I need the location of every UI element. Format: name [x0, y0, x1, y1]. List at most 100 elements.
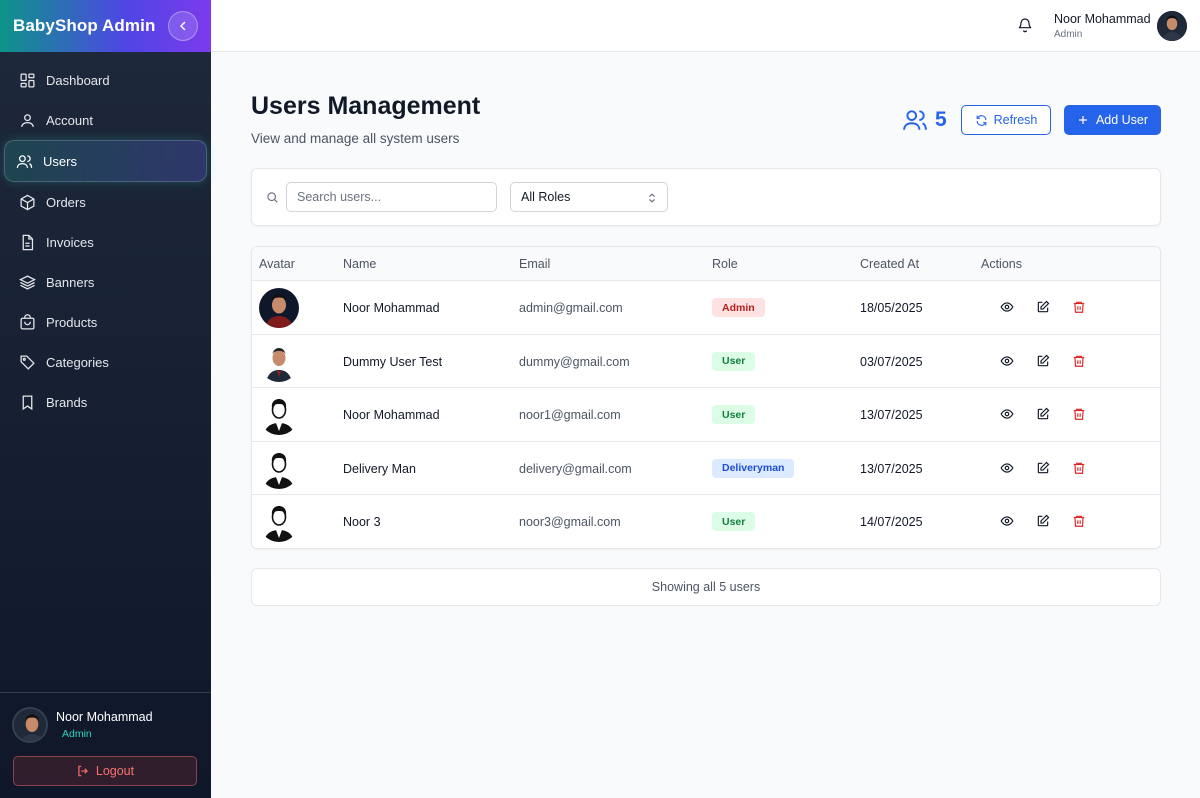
add-user-label: Add User	[1095, 113, 1149, 127]
edit-button[interactable]	[1025, 407, 1061, 421]
add-user-button[interactable]: Add User	[1064, 105, 1161, 135]
user-count: 5	[902, 107, 947, 133]
edit-icon	[1037, 300, 1050, 313]
user-email: delivery@gmail.com	[519, 461, 632, 476]
created-at: 14/07/2025	[860, 515, 923, 530]
user-name: Delivery Man	[343, 461, 416, 476]
tag-icon	[20, 354, 35, 370]
trash-icon	[1073, 301, 1085, 313]
eye-icon	[1000, 516, 1014, 527]
logout-label: Logout	[95, 764, 135, 778]
edit-button[interactable]	[1025, 354, 1061, 368]
table-row: Noor Mohammad admin@gmail.com Admin 18/05/2…	[252, 281, 1160, 335]
view-button[interactable]	[989, 407, 1025, 421]
sidebar-item-label: Brands	[46, 394, 88, 410]
topbar-user[interactable]: Noor Mohammad Admin	[1054, 12, 1151, 40]
sidebar-item-label: Users	[43, 153, 77, 169]
sidebar-item-brands[interactable]: Brands	[4, 382, 207, 422]
users-icon	[903, 110, 927, 130]
view-button[interactable]	[989, 461, 1025, 475]
user-email: noor3@gmail.com	[519, 515, 621, 530]
sidebar-item-label: Products	[46, 314, 98, 330]
bookmark-icon	[22, 394, 33, 410]
topbar-avatar[interactable]	[1157, 11, 1187, 41]
sidebar-item-label: Categories	[46, 354, 109, 370]
sidebar-item-categories[interactable]: Categories	[4, 342, 207, 382]
sidebar-item-dashboard[interactable]: Dashboard	[4, 60, 207, 100]
bell-icon[interactable]	[1017, 17, 1033, 33]
created-at: 03/07/2025	[860, 354, 923, 369]
user-name: Noor 3	[343, 515, 381, 530]
delete-button[interactable]	[1061, 354, 1097, 368]
edit-icon	[1037, 354, 1050, 366]
sidebar-user-avatar	[12, 707, 48, 743]
user-email: admin@gmail.com	[519, 301, 623, 315]
role-badge: Deliveryman	[712, 458, 795, 478]
user-avatar	[259, 448, 299, 489]
sidebar-nav: Dashboard Account Users Orders Invoices …	[0, 52, 211, 422]
page-subtitle: View and manage all system users	[251, 131, 460, 146]
user-avatar	[259, 502, 299, 543]
row-actions	[989, 354, 1097, 368]
header-actions: Actions	[981, 257, 1022, 271]
created-at: 18/05/2025	[860, 301, 923, 315]
delete-button[interactable]	[1061, 514, 1097, 528]
eye-icon	[1000, 355, 1014, 366]
sidebar-item-users[interactable]: Users	[4, 140, 207, 182]
edit-icon	[1037, 407, 1050, 420]
user-avatar	[259, 341, 299, 382]
view-button[interactable]	[989, 354, 1025, 368]
topbar-user-role: Admin	[1054, 29, 1083, 40]
box-icon	[20, 194, 35, 210]
user-email: dummy@gmail.com	[519, 354, 630, 369]
sidebar-item-label: Banners	[46, 274, 95, 290]
sidebar-item-account[interactable]: Account	[4, 100, 207, 140]
created-at: 13/07/2025	[860, 461, 923, 476]
user-avatar	[259, 395, 299, 436]
sidebar-item-banners[interactable]: Banners	[4, 262, 207, 302]
search-input[interactable]	[286, 182, 497, 212]
sidebar-item-orders[interactable]: Orders	[4, 182, 207, 222]
table-row: Delivery Man delivery@gmail.com Deliveryma…	[252, 442, 1160, 496]
users-table: Avatar Name Email Role Created At Action…	[251, 246, 1161, 549]
refresh-icon	[976, 114, 986, 126]
table-header: Avatar Name Email Role Created At Action…	[252, 247, 1160, 281]
sidebar-brand: BabyShop Admin	[0, 0, 211, 52]
header-avatar: Avatar	[259, 257, 295, 271]
sidebar-item-label: Orders	[46, 194, 86, 210]
delete-button[interactable]	[1061, 407, 1097, 421]
edit-button[interactable]	[1025, 300, 1061, 314]
trash-icon	[1073, 355, 1085, 367]
edit-button[interactable]	[1025, 461, 1061, 475]
topbar: Noor Mohammad Admin	[211, 0, 1200, 52]
role-badge: Admin	[712, 298, 765, 317]
view-button[interactable]	[989, 300, 1025, 314]
eye-icon	[1000, 409, 1014, 419]
row-actions	[989, 461, 1097, 475]
sidebar-user-name: Noor Mohammad	[56, 710, 153, 724]
trash-icon	[1073, 408, 1085, 421]
row-actions	[989, 407, 1097, 421]
bag-icon	[20, 313, 35, 330]
view-button[interactable]	[989, 514, 1025, 528]
refresh-button[interactable]: Refresh	[961, 105, 1051, 135]
eye-icon	[1000, 302, 1014, 312]
users-icon	[16, 154, 33, 168]
role-badge: User	[712, 512, 756, 532]
delete-button[interactable]	[1061, 300, 1097, 314]
sidebar-item-products[interactable]: Products	[4, 302, 207, 342]
role-filter-select[interactable]: All Roles	[510, 182, 668, 212]
user-email: noor1@gmail.com	[519, 408, 621, 423]
sidebar-item-invoices[interactable]: Invoices	[4, 222, 207, 262]
logout-button[interactable]: Logout	[13, 756, 197, 786]
created-at: 13/07/2025	[860, 408, 923, 423]
sidebar-item-label: Invoices	[46, 234, 94, 250]
row-actions	[989, 514, 1097, 528]
header-role: Role	[712, 257, 738, 271]
eye-icon	[1000, 463, 1014, 473]
table-row: Noor 3 noor3@gmail.com User 14/07/2025	[252, 495, 1160, 548]
delete-button[interactable]	[1061, 461, 1097, 475]
edit-icon	[1037, 461, 1050, 474]
edit-button[interactable]	[1025, 514, 1061, 528]
collapse-sidebar-button[interactable]	[168, 11, 198, 41]
